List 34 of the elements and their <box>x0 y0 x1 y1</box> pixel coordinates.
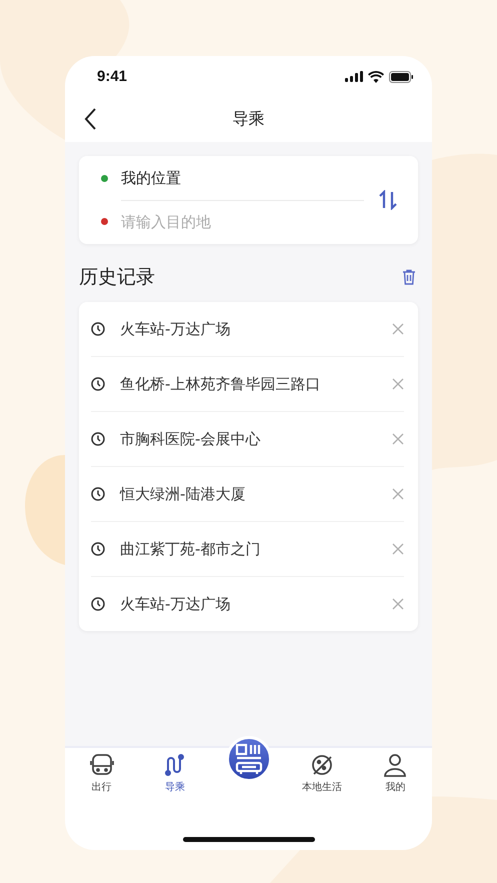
section-title: 历史记录 <box>79 265 155 290</box>
history-item[interactable]: 鱼化桥-上林苑齐鲁毕园三路口 <box>120 374 377 394</box>
clock-icon <box>91 432 105 446</box>
close-icon[interactable] <box>392 323 404 335</box>
history-item[interactable]: 曲江紫丁苑-都市之门 <box>120 540 377 558</box>
close-icon[interactable] <box>392 433 404 445</box>
history-item[interactable]: 火车站-万达广场 <box>120 594 377 614</box>
clock-icon <box>91 542 105 556</box>
tab[interactable]: 我的 <box>358 752 432 794</box>
wifi-icon <box>368 70 384 82</box>
clock-icon <box>91 597 105 611</box>
battery-icon <box>389 70 414 82</box>
clock-icon <box>91 322 105 336</box>
status-time: 9:41 <box>97 68 128 85</box>
history-item[interactable]: 火车站-万达广场 <box>120 320 377 338</box>
close-icon[interactable] <box>392 378 404 390</box>
back-button[interactable] <box>83 107 97 131</box>
tab[interactable]: 导乘 <box>138 752 212 794</box>
destination-field[interactable]: 请输入目的地 <box>121 212 321 230</box>
history-item[interactable]: 市胸科医院-会展中心 <box>120 430 377 448</box>
clock-icon <box>91 377 105 391</box>
close-icon[interactable] <box>392 543 404 555</box>
tab[interactable]: 出行 <box>65 752 138 794</box>
close-icon[interactable] <box>392 488 404 500</box>
origin-field[interactable]: 我的位置 <box>121 169 181 188</box>
clock-icon <box>91 487 105 501</box>
signal-icon <box>345 71 363 82</box>
history-item[interactable]: 恒大绿洲-陆港大厦 <box>120 484 377 504</box>
bus-icon <box>88 752 115 778</box>
page-title: 导乘 <box>232 109 264 130</box>
person-icon <box>382 752 408 778</box>
delete-icon[interactable] <box>402 269 418 285</box>
close-icon[interactable] <box>392 598 404 610</box>
tab[interactable]: 本地生活 <box>285 752 359 794</box>
